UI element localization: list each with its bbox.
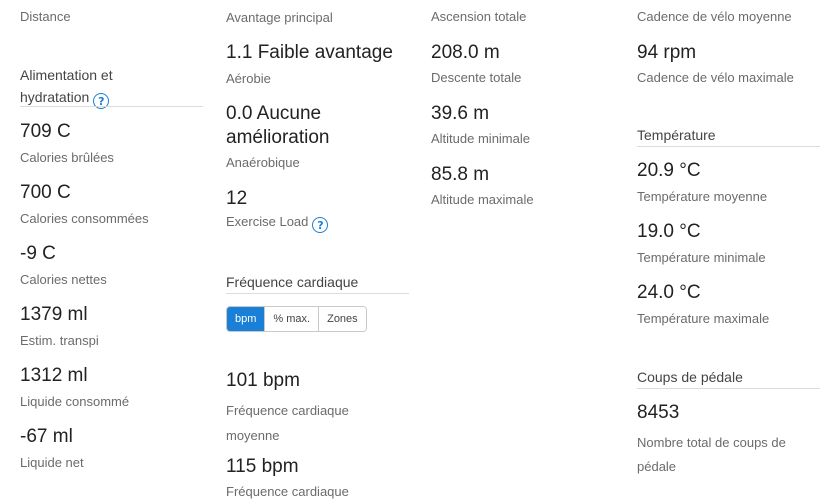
max-heart-rate-label: Fréquence cardiaque	[226, 484, 349, 499]
calories-burned-label: Calories brûlées	[20, 150, 114, 165]
section-divider	[226, 293, 409, 294]
tab-zones[interactable]: Zones	[318, 307, 366, 331]
avg-cadence-label: Cadence de vélo moyenne	[637, 9, 792, 24]
heart-rate-unit-toggle: bpm % max. Zones	[226, 306, 367, 332]
calories-burned-value: 709 C	[20, 121, 71, 142]
anaerobic-value-line2: amélioration	[226, 127, 330, 148]
max-altitude-label: Altitude maximale	[431, 192, 534, 207]
total-pedal-strokes-value: 8453	[637, 402, 680, 423]
fluid-consumed-value: 1312 ml	[20, 365, 88, 386]
total-ascent-label: Ascension totale	[431, 9, 527, 24]
avg-temperature-label: Température moyenne	[637, 189, 768, 204]
anaerobic-label: Anaérobique	[226, 155, 300, 170]
pedal-label-line2: pédale	[637, 459, 677, 474]
avg-heart-rate-label-line2: moyenne	[226, 428, 280, 443]
net-fluid-value: -67 ml	[20, 426, 73, 447]
total-descent-label: Descente totale	[431, 70, 522, 85]
max-altitude-value: 85.8 m	[431, 164, 490, 185]
sweat-estimate-label: Estim. transpi	[20, 333, 99, 348]
tab-bpm[interactable]: bpm	[227, 307, 265, 331]
exercise-load-value: 12	[226, 188, 248, 209]
min-altitude-value: 39.6 m	[431, 103, 490, 124]
section-divider	[637, 388, 820, 389]
tab-percent-max[interactable]: % max.	[264, 307, 319, 331]
sweat-estimate-value: 1379 ml	[20, 304, 88, 325]
max-cadence-label: Cadence de vélo maximale	[637, 70, 794, 85]
calories-consumed-value: 700 C	[20, 182, 71, 203]
primary-benefit-label: Avantage principal	[226, 10, 333, 25]
total-pedal-strokes-label: Nombre total de coups de pédale	[637, 431, 786, 479]
max-temperature-label: Température maximale	[637, 311, 770, 326]
aerobic-value: 1.1 Faible avantage	[226, 42, 393, 63]
section-divider	[637, 146, 820, 147]
net-calories-value: -9 C	[20, 243, 56, 264]
max-heart-rate-value: 115 bpm	[226, 456, 299, 477]
net-fluid-label: Liquide net	[20, 455, 84, 470]
avg-heart-rate-label-line1: Fréquence cardiaque	[226, 403, 349, 418]
distance-label: Distance	[20, 9, 71, 24]
exercise-load-text: Exercise Load	[226, 214, 309, 229]
min-altitude-label: Altitude minimale	[431, 131, 530, 146]
max-cadence-value: 94 rpm	[637, 42, 697, 63]
temperature-section-title: Température	[637, 127, 716, 143]
calories-consumed-label: Calories consommées	[20, 211, 149, 226]
anaerobic-value-line1: 0.0 Aucune	[226, 103, 322, 124]
fluid-consumed-label: Liquide consommé	[20, 394, 130, 409]
section-divider	[20, 106, 203, 107]
nutrition-section-title: Alimentation et hydratation?	[20, 64, 113, 109]
avg-heart-rate-label: Fréquence cardiaque moyenne	[226, 398, 349, 448]
heart-rate-section-title: Fréquence cardiaque	[226, 274, 359, 290]
total-descent-value: 208.0 m	[431, 42, 500, 63]
min-temperature-label: Température minimale	[637, 250, 766, 265]
anaerobic-value: 0.0 Aucune amélioration	[226, 102, 330, 150]
pedal-label-line1: Nombre total de coups de	[637, 435, 786, 450]
net-calories-label: Calories nettes	[20, 272, 107, 287]
help-icon[interactable]: ?	[312, 217, 329, 233]
aerobic-label: Aérobie	[226, 71, 271, 86]
pedal-strokes-section-title: Coups de pédale	[637, 369, 743, 385]
section-title-line2: hydratation	[20, 89, 90, 105]
exercise-load-label: Exercise Load?	[226, 214, 329, 233]
max-temperature-value: 24.0 °C	[637, 282, 701, 303]
avg-heart-rate-value: 101 bpm	[226, 370, 300, 391]
min-temperature-value: 19.0 °C	[637, 221, 701, 242]
avg-temperature-value: 20.9 °C	[637, 160, 701, 181]
section-title-line1: Alimentation et	[20, 67, 113, 83]
